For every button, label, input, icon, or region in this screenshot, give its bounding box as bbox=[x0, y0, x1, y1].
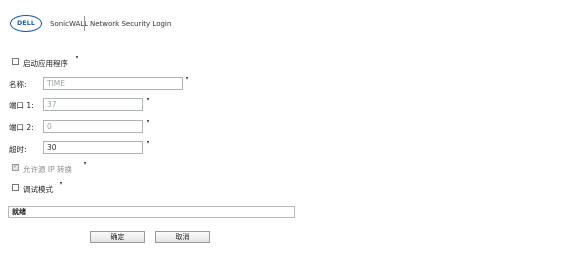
header-divider bbox=[84, 16, 85, 31]
name-label: 名称: bbox=[9, 80, 27, 89]
ok-button[interactable]: 确定 bbox=[90, 231, 145, 243]
allow-ip-translation-label: 允许源 IP 转换 bbox=[23, 165, 73, 174]
help-marker bbox=[147, 98, 149, 101]
brand-name: SonicWALL bbox=[50, 20, 89, 28]
port2-label: 端口 2: bbox=[9, 123, 34, 132]
logo-text: DELL bbox=[16, 20, 36, 27]
allow-ip-translation-checkbox[interactable] bbox=[12, 162, 19, 171]
dell-logo: DELL bbox=[10, 15, 42, 32]
help-marker bbox=[147, 120, 149, 123]
enable-app-label: 启动应用程序 bbox=[23, 59, 68, 68]
port1-field[interactable]: 37 bbox=[43, 98, 143, 111]
debug-mode-checkbox[interactable] bbox=[12, 184, 19, 191]
timeout-label: 超时: bbox=[9, 145, 27, 154]
timeout-field[interactable]: 30 bbox=[43, 141, 143, 154]
enable-app-checkbox[interactable] bbox=[12, 58, 19, 65]
help-marker bbox=[60, 182, 62, 185]
port1-label: 端口 1: bbox=[9, 101, 34, 110]
header-title: Network Security Login bbox=[90, 20, 172, 28]
help-marker bbox=[186, 77, 188, 80]
help-marker bbox=[76, 56, 78, 59]
debug-mode-label: 调试模式 bbox=[23, 185, 53, 194]
cancel-button[interactable]: 取消 bbox=[155, 231, 210, 243]
status-bar: 就绪 bbox=[8, 206, 295, 218]
help-marker bbox=[147, 141, 149, 144]
help-marker bbox=[84, 162, 86, 165]
port2-field[interactable]: 0 bbox=[43, 120, 143, 133]
name-field[interactable]: TIME bbox=[43, 77, 183, 90]
